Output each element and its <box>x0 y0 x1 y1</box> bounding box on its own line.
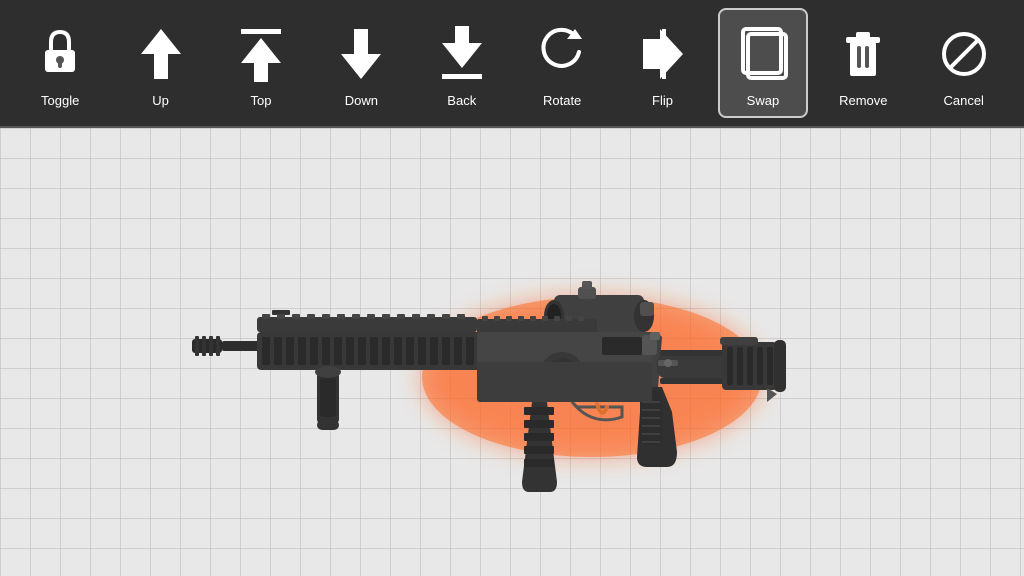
canvas-area[interactable] <box>0 128 1024 576</box>
gun-display <box>102 192 922 512</box>
flip-button[interactable]: Flip <box>618 8 708 118</box>
up-button[interactable]: Up <box>116 8 206 118</box>
rotate-button[interactable]: Rotate <box>517 8 607 118</box>
swap-label: Swap <box>747 93 780 108</box>
rotate-label: Rotate <box>543 93 581 108</box>
back-button[interactable]: Back <box>417 8 507 118</box>
remove-label: Remove <box>839 93 887 108</box>
back-icon <box>432 19 492 89</box>
cancel-label: Cancel <box>943 93 983 108</box>
remove-icon <box>833 19 893 89</box>
top-button[interactable]: Top <box>216 8 306 118</box>
swap-button[interactable]: Swap <box>718 8 808 118</box>
top-label: Top <box>250 93 271 108</box>
cancel-icon <box>934 19 994 89</box>
cancel-button[interactable]: Cancel <box>919 8 1009 118</box>
remove-button[interactable]: Remove <box>818 8 908 118</box>
down-label: Down <box>345 93 378 108</box>
top-icon <box>231 19 291 89</box>
swap-icon <box>733 19 793 89</box>
down-button[interactable]: Down <box>316 8 406 118</box>
rotate-icon <box>532 19 592 89</box>
toggle-label: Toggle <box>41 93 79 108</box>
down-icon <box>331 19 391 89</box>
toggle-button[interactable]: Toggle <box>15 8 105 118</box>
toolbar: Toggle Up Top Down <box>0 0 1024 128</box>
up-icon <box>131 19 191 89</box>
flip-label: Flip <box>652 93 673 108</box>
flip-icon <box>633 19 693 89</box>
up-label: Up <box>152 93 169 108</box>
back-label: Back <box>447 93 476 108</box>
lock-icon <box>30 19 90 89</box>
